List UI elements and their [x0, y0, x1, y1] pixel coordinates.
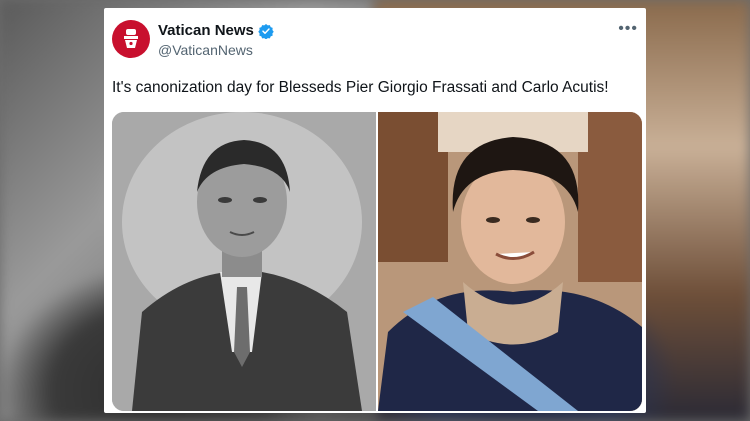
- tweet-card: Vatican News @VaticanNews ••• It's canon…: [104, 8, 646, 413]
- portrait-photo-icon: [112, 112, 376, 411]
- portrait-photo-icon: [378, 112, 642, 411]
- photo-left[interactable]: [112, 112, 376, 411]
- author-row: Vatican News: [158, 22, 274, 39]
- media-grid[interactable]: [112, 112, 642, 411]
- avatar[interactable]: [112, 20, 150, 58]
- photo-right[interactable]: [378, 112, 642, 411]
- verified-badge-icon: [258, 23, 274, 39]
- author-handle[interactable]: @VaticanNews: [158, 42, 253, 58]
- tweet-text: It's canonization day for Blesseds Pier …: [112, 79, 609, 96]
- author-name[interactable]: Vatican News: [158, 22, 254, 39]
- vatican-logo-icon: [124, 29, 138, 48]
- more-horizontal-icon[interactable]: •••: [618, 20, 638, 38]
